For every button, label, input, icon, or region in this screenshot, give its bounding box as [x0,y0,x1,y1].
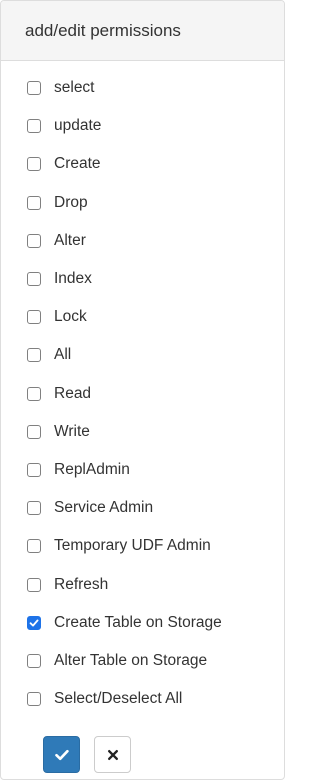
permission-item-create-table-on-storage[interactable]: Create Table on Storage [1,604,284,642]
checkbox[interactable] [27,539,41,554]
checkbox[interactable] [27,501,41,516]
panel-heading: add/edit permissions [1,1,284,61]
checkbox[interactable] [27,310,41,325]
checkbox[interactable] [27,233,41,248]
close-icon [107,749,118,760]
checkbox[interactable] [27,272,41,287]
form-actions [43,736,131,773]
permission-item-write[interactable]: Write [1,413,284,451]
checkbox[interactable] [27,386,41,401]
save-button[interactable] [43,736,80,773]
permission-item-refresh[interactable]: Refresh [1,565,284,603]
checkbox[interactable] [27,195,41,210]
permission-label: Create [54,155,101,173]
checkbox[interactable] [27,157,41,172]
permission-item-temporary-udf-admin[interactable]: Temporary UDF Admin [1,527,284,565]
permission-label: Index [54,270,92,288]
checkbox[interactable] [27,348,41,363]
checkbox[interactable] [27,615,41,630]
permission-label: Lock [54,308,87,326]
checkbox[interactable] [27,119,41,134]
permission-label: All [54,346,72,364]
permission-item-read[interactable]: Read [1,375,284,413]
permission-label: select [54,79,95,97]
panel-title: add/edit permissions [25,20,181,40]
permission-item-service-admin[interactable]: Service Admin [1,489,284,527]
permission-label: Service Admin [54,499,154,517]
permission-label: Drop [54,193,88,211]
permission-list: select update Create Drop Alter Index Lo… [1,69,284,718]
permission-label: Alter Table on Storage [54,651,208,669]
permission-item-alter-table-on-storage[interactable]: Alter Table on Storage [1,642,284,680]
permission-item-all[interactable]: All [1,336,284,374]
permission-label: ReplAdmin [54,460,130,478]
permission-label: Select/Deselect All [54,690,183,708]
checkbox[interactable] [27,424,41,439]
permission-item-update[interactable]: update [1,107,284,145]
permission-label: update [54,117,102,135]
checkbox[interactable] [27,577,41,592]
permission-item-select-deselect-all[interactable]: Select/Deselect All [1,680,284,718]
permissions-panel: add/edit permissions select update Creat… [0,0,285,780]
permission-item-select[interactable]: select [1,69,284,107]
permission-item-repladmin[interactable]: ReplAdmin [1,451,284,489]
permission-item-lock[interactable]: Lock [1,298,284,336]
checkbox[interactable] [27,81,41,96]
permission-item-index[interactable]: Index [1,260,284,298]
checkbox[interactable] [27,692,41,707]
check-icon [54,749,69,760]
permission-item-drop[interactable]: Drop [1,184,284,222]
permission-label: Refresh [54,575,109,593]
cancel-button[interactable] [94,736,131,773]
checkbox[interactable] [27,653,41,668]
permission-item-alter[interactable]: Alter [1,222,284,260]
permission-label: Alter [54,231,86,249]
checkbox[interactable] [27,462,41,477]
permission-label: Create Table on Storage [54,613,222,631]
permission-label: Write [54,422,90,440]
permission-label: Temporary UDF Admin [54,537,211,555]
permission-item-create[interactable]: Create [1,145,284,183]
permission-label: Read [54,384,92,402]
